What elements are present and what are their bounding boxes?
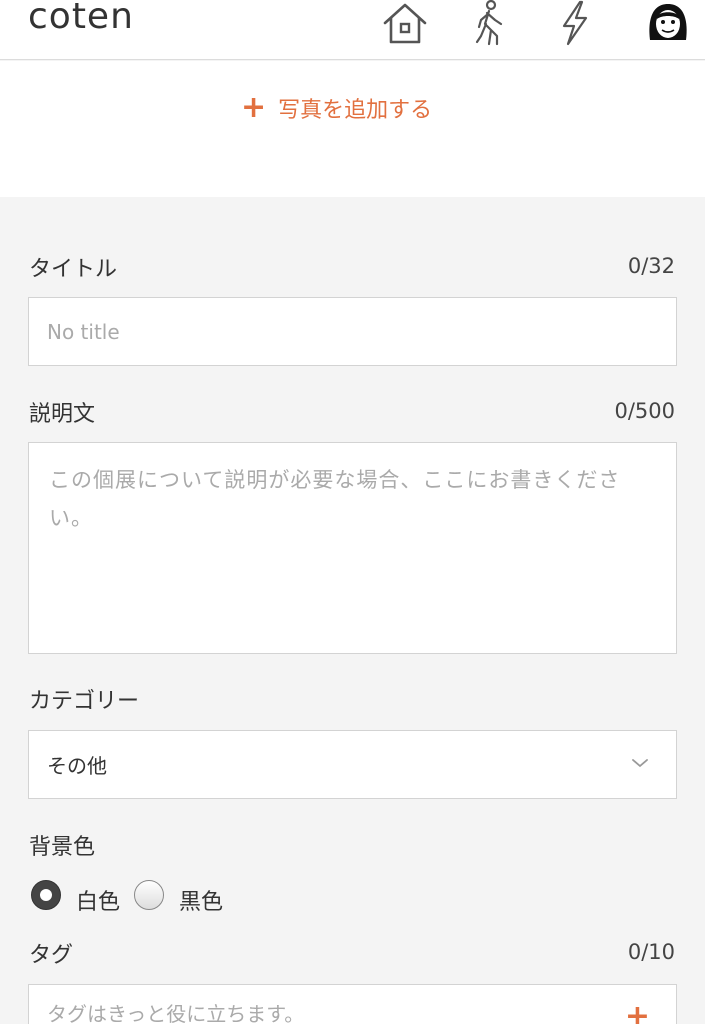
walking-person-icon [475,0,503,46]
home-icon [383,3,427,44]
add-photo-label: 写真を追加する [278,98,433,123]
title-label: タイトル [29,257,118,282]
chevron-down-icon [632,759,648,768]
description-label: 説明文 [29,402,96,427]
description-textarea[interactable] [29,443,676,653]
description-char-counter: 0/500 [614,399,675,423]
tags-field-box: + [28,984,677,1024]
category-select[interactable]: その他 [28,730,677,799]
tag-input[interactable] [47,985,658,1024]
lightning-icon [562,0,588,46]
profile-avatar-button[interactable] [643,0,693,46]
top-navigation-bar: coten [0,0,705,60]
title-char-counter: 0/32 [627,254,675,278]
add-photo-button[interactable]: + 写真を追加する [241,92,432,124]
walk-button[interactable] [466,0,516,46]
add-photo-section [0,61,705,197]
title-input[interactable] [29,298,676,365]
black-radio-button[interactable] [134,880,165,910]
white-radio-button[interactable] [31,880,61,910]
black-option-label[interactable]: 黒色 [179,884,223,916]
description-field-box [28,442,677,654]
background-color-radio-group: 白色 黒色 [31,874,237,916]
tags-label: タグ [29,943,74,968]
tags-counter: 0/10 [627,940,675,964]
plus-icon: + [241,90,267,125]
add-tag-button[interactable]: + [625,999,650,1024]
title-field-box [28,297,677,366]
activity-button[interactable] [549,0,599,46]
white-option-label[interactable]: 白色 [76,884,120,916]
coten-logo[interactable]: coten [28,0,134,37]
background-color-label: 背景色 [29,835,96,860]
category-label: カテゴリー [29,689,140,714]
category-selected-value: その他 [47,754,107,778]
home-button[interactable] [380,0,430,46]
avatar [649,4,687,40]
